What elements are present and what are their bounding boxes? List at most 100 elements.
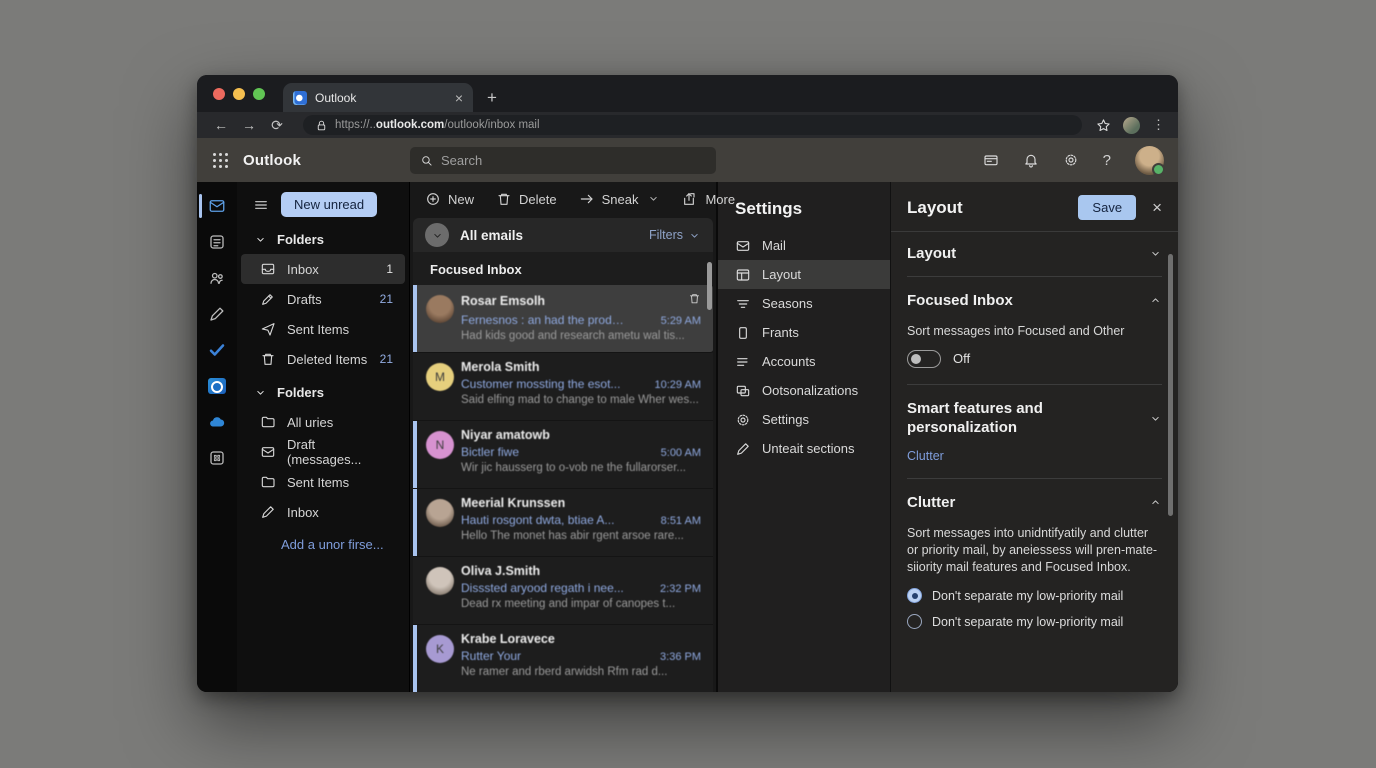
search-bar[interactable] [410,147,716,174]
url-field[interactable]: https://..outlook.com/outlook/inbox mail [303,115,1082,135]
browser-menu-icon[interactable]: ⋮ [1152,117,1166,133]
frame-icon [735,325,751,341]
folder-item-inbox[interactable]: Inbox 1 [241,254,405,284]
folder-item-all-uries[interactable]: All uries [241,407,405,437]
tab-close-icon[interactable]: × [455,90,463,106]
toolbar-sneak-button[interactable]: Sneak [579,191,661,207]
email-list-item[interactable]: K Krabe Loravece Rutter Your 3:36 PM Ne … [413,625,713,692]
toolbar-delete-button[interactable]: Delete [496,191,557,207]
email-time: 10:29 AM [655,379,701,391]
back-button[interactable]: ← [209,117,233,133]
clutter-radio-option[interactable]: Don't separate my low-priority mail [907,610,1162,636]
collapse-pane-icon[interactable] [253,197,269,213]
radio-button-icon[interactable] [907,588,922,603]
select-all-chevron-icon[interactable] [425,223,449,247]
folder-item-sent-items[interactable]: Sent Items [241,467,405,497]
chevron-up-icon [1149,496,1162,509]
email-list-item[interactable]: Oliva J.Smith Disssted aryood regath i n… [413,557,713,625]
email-preview: Had kids good and research ametu wal tis… [461,330,701,342]
close-window-button[interactable] [213,88,225,100]
rail-item-apps-grid[interactable] [197,440,237,476]
toolbar-new-button[interactable]: New [425,191,474,207]
email-list-item[interactable]: M Merola Smith Customer mossting the eso… [413,353,713,421]
settings-nav-settings[interactable]: Settings [718,405,890,434]
smart-features-section-header[interactable]: Smart features and personalization [907,387,1162,450]
app-launcher-icon[interactable] [213,153,228,168]
notifications-bell-icon[interactable] [1023,152,1039,168]
layout-icon [735,267,751,283]
folder-item-sent-items[interactable]: Sent Items [241,314,405,344]
email-subject: Fernesnos : an had the prodat... [461,313,629,327]
settings-nav-accounts[interactable]: Accounts [718,347,890,376]
settings-nav-seasons[interactable]: Seasons [718,289,890,318]
layout-section-header[interactable]: Layout [907,232,1162,274]
help-icon[interactable]: ? [1103,152,1111,169]
settings-nav-pane: Settings Mail Layout Seasons Frants Acco… [718,182,890,692]
browser-tab[interactable]: Outlook × [283,83,473,112]
email-list-item[interactable]: Meerial Krunssen Hauti rosgont dwta, bti… [413,489,713,557]
message-toolbar: New Delete Sneak More [410,182,716,216]
folder-item-drafts[interactable]: Drafts 21 [241,284,405,314]
new-unread-button[interactable]: New unread [281,192,377,217]
settings-gear-icon[interactable] [1063,152,1079,168]
apps-grid-icon [208,449,226,467]
folder-section-header[interactable]: Folders [237,221,409,254]
folder-item-deleted-items[interactable]: Deleted Items 21 [241,344,405,374]
clutter-section-header[interactable]: Clutter [907,481,1162,523]
clutter-radio-option[interactable]: Don't separate my low-priority mail [907,584,1162,610]
rail-item-outlook-logo[interactable] [197,368,237,404]
save-button[interactable]: Save [1078,195,1136,220]
clutter-link[interactable]: Clutter [907,449,1162,476]
message-list-header: All emails Filters [413,218,713,252]
folder-item-inbox[interactable]: Inbox [241,497,405,527]
email-list-item[interactable]: Rosar Emsolh Fernesnos : an had the prod… [413,285,713,353]
new-tab-button[interactable]: + [487,88,497,108]
message-list-pane: New Delete Sneak More All emails Filters… [410,182,718,692]
settings-nav-unteait-sections[interactable]: Unteait sections [718,434,890,463]
search-input[interactable] [441,153,706,168]
rail-item-pencil[interactable] [197,296,237,332]
maximize-window-button[interactable] [253,88,265,100]
close-panel-icon[interactable]: × [1152,198,1162,218]
focused-inbox-section-header[interactable]: Focused Inbox [907,279,1162,321]
toolbar-more-button[interactable]: More [682,191,735,207]
panel-scrollbar[interactable] [1168,254,1173,516]
notes-icon [208,233,226,251]
reading-pane-icon[interactable] [983,152,999,168]
reload-button[interactable]: ⟳ [265,117,289,134]
trash-icon[interactable] [688,292,701,310]
settings-nav-mail[interactable]: Mail [718,231,890,260]
sender-avatar [426,295,454,323]
email-sender: Rosar Emsolh [461,294,545,308]
browser-profile-avatar[interactable] [1123,117,1140,134]
minimize-window-button[interactable] [233,88,245,100]
mail-icon [208,197,226,215]
add-folder-link[interactable]: Add a unor firse... [237,527,409,552]
email-list-item[interactable]: N Niyar amatowb Bictler fiwe 5:00 AM Wir… [413,421,713,489]
list-scrollbar[interactable] [707,262,712,310]
unread-indicator-bar [413,421,417,488]
browser-address-bar: ← → ⟳ https://..outlook.com/outlook/inbo… [197,112,1178,138]
focused-inbox-toggle[interactable] [907,350,941,368]
settings-nav-ootsonalizations[interactable]: Ootsonalizations [718,376,890,405]
unread-count-badge: 21 [380,352,393,366]
settings-nav-frants[interactable]: Frants [718,318,890,347]
drafts-icon [260,291,276,307]
email-preview: Hello The monet has abir rgent arsoe rar… [461,530,701,542]
folder-pane: New unread Folders Inbox 1 Drafts 21 Sen… [237,182,410,692]
settings-nav-layout[interactable]: Layout [718,260,890,289]
rail-item-mail[interactable] [197,188,237,224]
rail-item-people[interactable] [197,260,237,296]
bookmark-star-icon[interactable] [1096,118,1111,133]
radio-button-icon[interactable] [907,614,922,629]
chevron-down-icon [647,192,660,205]
pencil-icon [260,504,276,520]
folder-item-draft-messages-[interactable]: Draft (messages... [241,437,405,467]
rail-item-todo-check[interactable] [197,332,237,368]
rail-item-notes[interactable] [197,224,237,260]
folder-section-header[interactable]: Folders [237,374,409,407]
user-avatar[interactable] [1135,146,1164,175]
rail-item-onedrive-cloud[interactable] [197,404,237,440]
filters-button[interactable]: Filters [649,228,701,242]
forward-button[interactable]: → [237,117,261,133]
